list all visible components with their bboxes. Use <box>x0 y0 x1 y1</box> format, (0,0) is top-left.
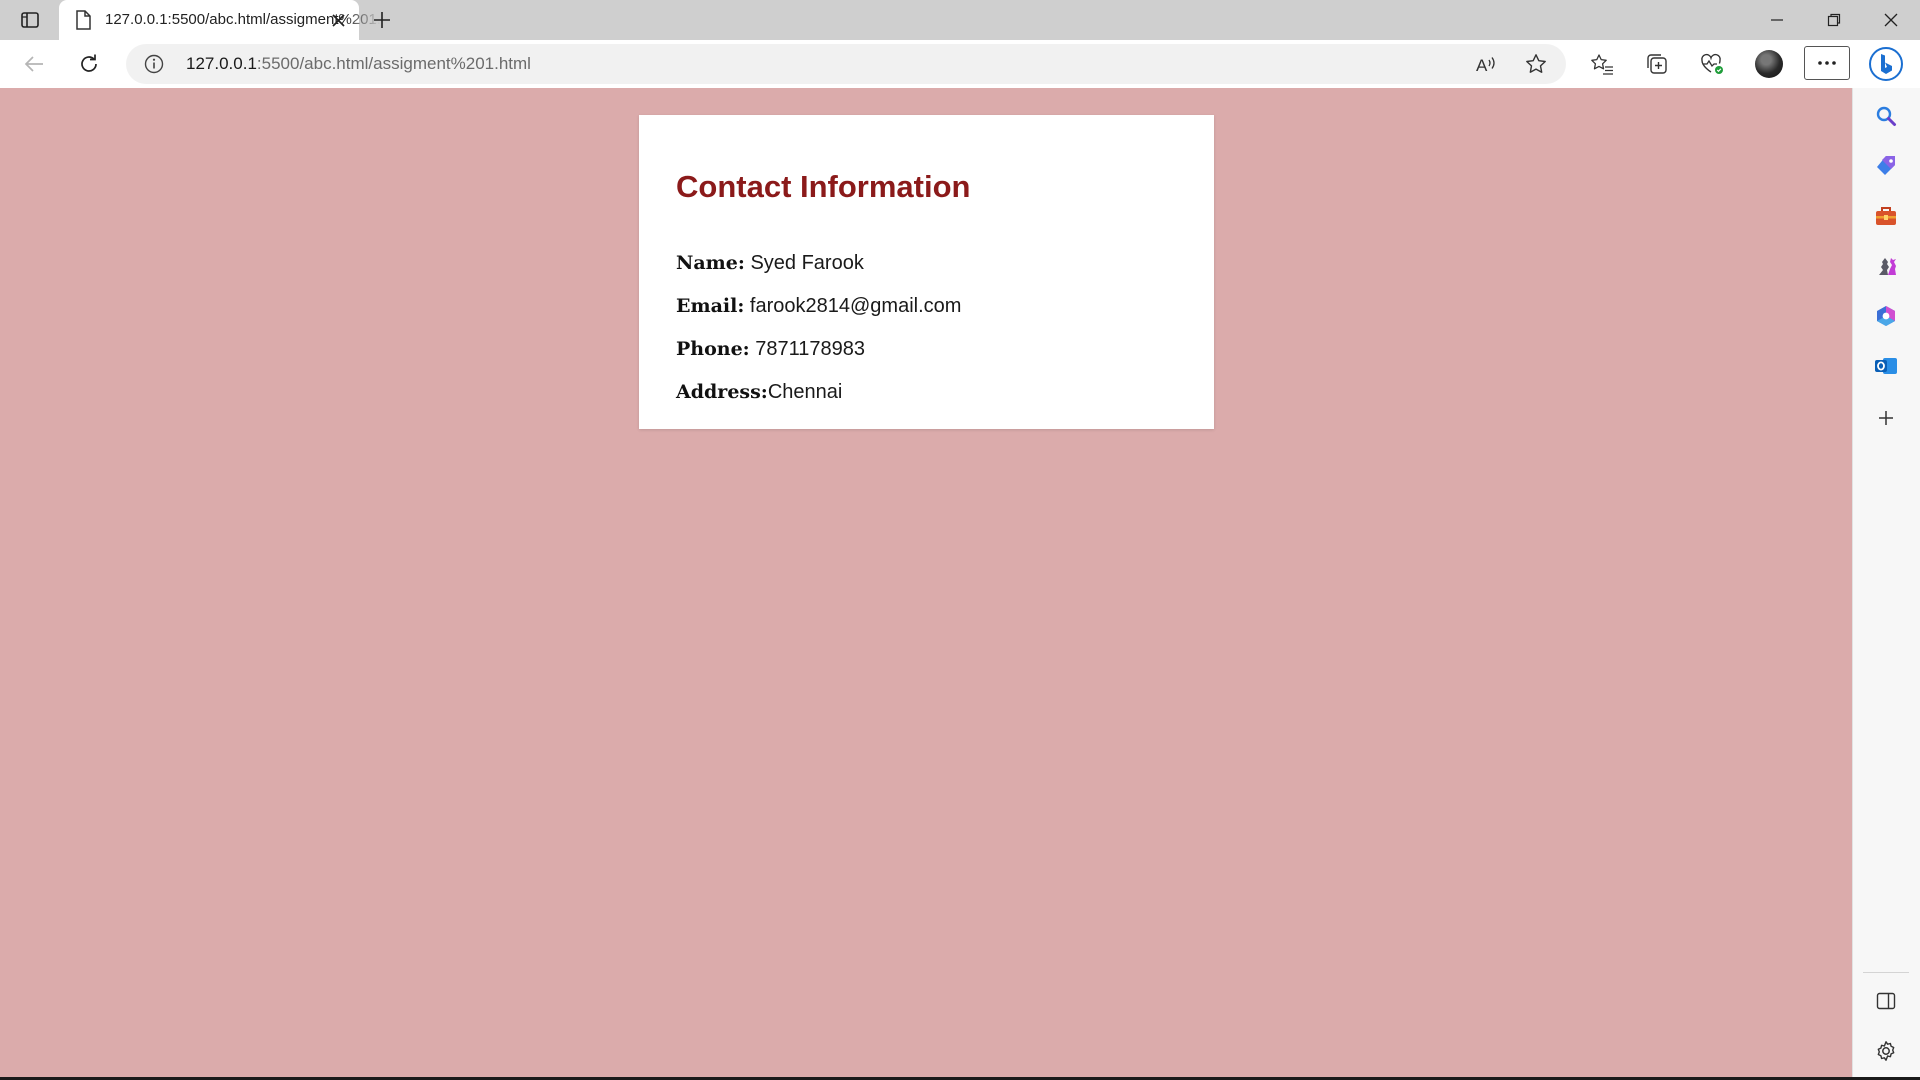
browser-essentials-button[interactable] <box>1695 47 1729 81</box>
address-label: Address: <box>676 381 768 403</box>
phone-value: 7871178983 <box>749 338 866 360</box>
collections-button[interactable] <box>1640 47 1674 81</box>
info-icon[interactable] <box>144 54 164 74</box>
heart-pulse-icon <box>1701 53 1723 74</box>
address-bar[interactable]: 127.0.0.1:5500/abc.html/assigment%201.ht… <box>126 44 1566 84</box>
new-tab-button[interactable] <box>370 9 394 31</box>
page-viewport: Contact Information Name: Syed Farook Em… <box>0 88 1852 1080</box>
phone-label: Phone: <box>676 338 750 360</box>
email-value: farook2814@gmail.com <box>744 295 962 317</box>
plus-icon <box>374 12 390 28</box>
contact-row-address: Address:Chennai <box>676 380 842 404</box>
email-label: Email: <box>676 295 745 317</box>
close-icon <box>1884 13 1898 27</box>
refresh-icon <box>81 54 97 72</box>
edge-sidebar <box>1852 88 1920 1080</box>
bing-icon <box>1869 47 1903 81</box>
name-value: Syed Farook <box>744 252 864 274</box>
url-text[interactable]: 127.0.0.1:5500/abc.html/assigment%201.ht… <box>186 54 531 74</box>
avatar[interactable] <box>1755 50 1783 78</box>
svg-text:A: A <box>1476 56 1488 74</box>
restore-button[interactable] <box>1819 8 1849 32</box>
back-arrow-icon <box>24 56 43 72</box>
shopping-tag-icon[interactable] <box>1872 152 1900 180</box>
sidebar-divider <box>1863 972 1909 973</box>
minimize-icon <box>1771 19 1783 21</box>
close-icon[interactable] <box>329 11 347 29</box>
contact-row-email: Email: farook2814@gmail.com <box>676 294 961 318</box>
refresh-button[interactable] <box>72 47 106 81</box>
star-icon[interactable] <box>1524 52 1548 76</box>
minimize-button[interactable] <box>1762 8 1792 32</box>
collections-icon <box>1647 54 1667 74</box>
browser-toolbar: 127.0.0.1:5500/abc.html/assigment%201.ht… <box>0 40 1920 88</box>
tools-icon[interactable] <box>1872 202 1900 230</box>
tab-actions-icon[interactable] <box>17 8 43 32</box>
browser-tab[interactable]: 127.0.0.1:5500/abc.html/assigment%201.ht… <box>59 0 381 40</box>
settings-icon[interactable] <box>1872 1037 1900 1065</box>
read-aloud-icon[interactable]: A <box>1474 52 1498 76</box>
url-host: 127.0.0.1 <box>186 54 257 73</box>
hide-sidebar-icon[interactable] <box>1872 987 1900 1015</box>
tab-strip: 127.0.0.1:5500/abc.html/assigment%201.ht… <box>0 0 1920 40</box>
back-button[interactable] <box>17 47 51 81</box>
contact-card: Contact Information Name: Syed Farook Em… <box>639 115 1214 429</box>
favorites-icon <box>1591 54 1613 75</box>
contact-row-phone: Phone: 7871178983 <box>676 337 865 361</box>
document-icon <box>75 10 91 30</box>
copilot-button[interactable] <box>1867 45 1905 83</box>
add-icon[interactable] <box>1872 404 1900 432</box>
page-title: Contact Information <box>676 169 971 204</box>
outlook-icon[interactable] <box>1872 352 1900 380</box>
close-window-button[interactable] <box>1876 8 1906 32</box>
ellipsis-icon <box>1818 61 1836 65</box>
microsoft-365-icon[interactable] <box>1872 302 1900 330</box>
restore-icon <box>1827 13 1841 27</box>
games-icon[interactable] <box>1872 252 1900 280</box>
search-icon[interactable] <box>1872 102 1900 130</box>
favorites-button[interactable] <box>1585 47 1619 81</box>
url-path: :5500/abc.html/assigment%201.html <box>256 54 531 73</box>
name-label: Name: <box>676 252 745 274</box>
contact-row-name: Name: Syed Farook <box>676 251 864 275</box>
more-button[interactable] <box>1804 46 1850 80</box>
address-value: Chennai <box>767 381 843 403</box>
